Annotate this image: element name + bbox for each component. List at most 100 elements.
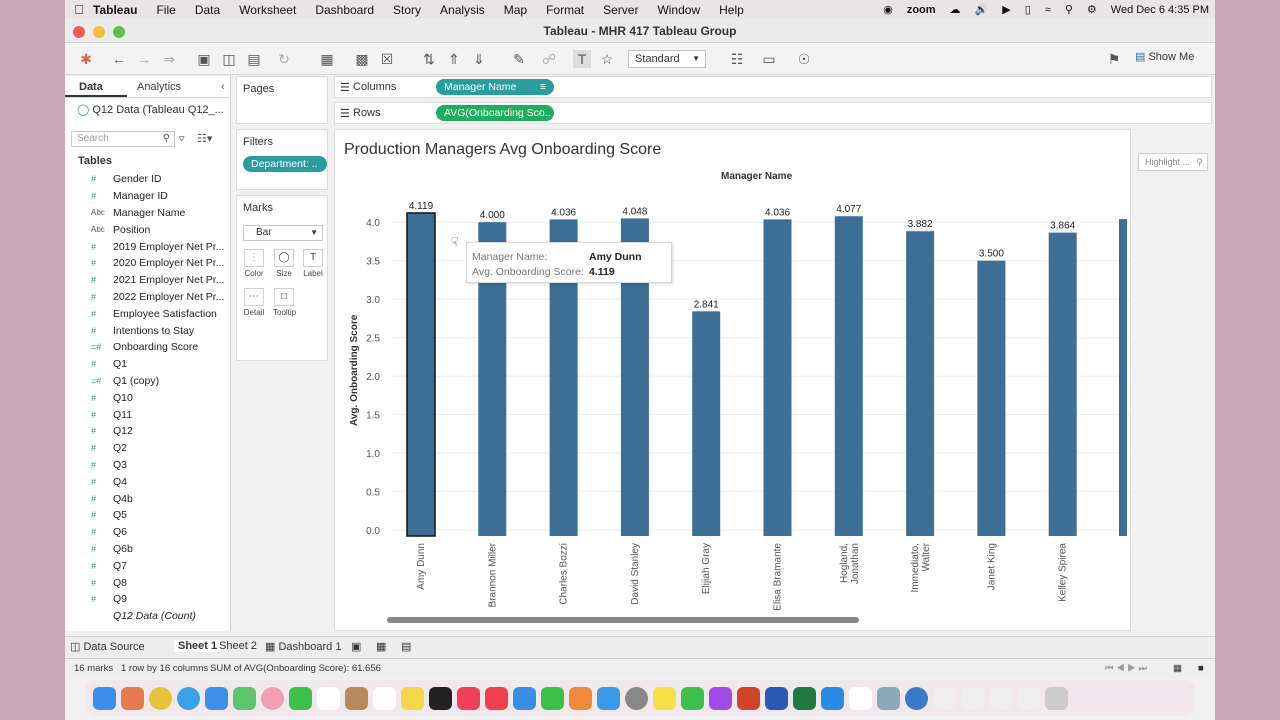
filter-fields-icon[interactable]: ▿ — [179, 132, 185, 145]
bar[interactable] — [1048, 232, 1077, 536]
field-item[interactable]: #2020 Employer Net Pr... — [91, 255, 231, 272]
word-icon[interactable] — [765, 686, 788, 710]
zoom-button[interactable] — [113, 26, 125, 38]
new-datasource-icon[interactable]: ◫ — [220, 50, 238, 68]
minimize-button[interactable] — [93, 26, 105, 38]
show-me-button[interactable]: ▤ Show Me — [1135, 50, 1194, 63]
bar[interactable] — [406, 212, 436, 537]
sort-asc-icon[interactable]: ⇑ — [445, 50, 463, 68]
window-thumb-icon[interactable] — [1017, 686, 1040, 710]
field-item[interactable]: # Q10 — [91, 389, 231, 406]
labels-icon[interactable]: T — [573, 50, 591, 68]
reminders-icon[interactable] — [373, 686, 396, 710]
new-story-tab-icon[interactable]: ▤ — [401, 640, 411, 653]
rows-shelf[interactable]: ☰ Rows AVG(Onboarding Sco.. — [334, 102, 1212, 124]
field-item[interactable]: # Q4 — [91, 473, 231, 490]
calendar-icon[interactable] — [317, 686, 340, 710]
field-item[interactable]: # Q7 — [91, 557, 231, 574]
tab-data[interactable]: Data — [65, 76, 127, 97]
play-icon[interactable]: ▶ — [1002, 3, 1010, 16]
field-item[interactable]: # Q8 — [91, 574, 231, 591]
safari-icon[interactable] — [177, 686, 200, 710]
field-item[interactable]: #2019 Employer Net Pr... — [91, 238, 231, 255]
field-item[interactable]: Abc Position — [91, 221, 231, 238]
forward-icon[interactable]: → — [135, 50, 153, 68]
field-item[interactable]: # Q9 — [91, 591, 231, 608]
mark-type-dropdown[interactable]: Bar ▼ — [243, 225, 323, 241]
messages-icon[interactable] — [681, 686, 704, 710]
tab-data-source[interactable]: ◫ Data Source — [70, 640, 145, 653]
tooltip-button[interactable]: □ Tooltip — [273, 288, 296, 320]
window-thumb-icon[interactable] — [933, 686, 956, 710]
menu-tableau[interactable]: Tableau — [93, 3, 137, 17]
stop-icon[interactable]: ■ — [1198, 663, 1204, 674]
powerpoint-icon[interactable] — [737, 686, 760, 710]
numbers-icon[interactable] — [541, 686, 564, 710]
launchpad-icon[interactable] — [121, 686, 144, 710]
pin-icon[interactable]: ☆ — [598, 50, 616, 68]
close-button[interactable] — [73, 26, 85, 38]
music-icon[interactable] — [457, 686, 480, 710]
fit-dropdown[interactable]: Standard ▼ — [628, 50, 706, 68]
zoom-icon[interactable] — [821, 686, 844, 710]
excel-icon[interactable] — [793, 686, 816, 710]
share-icon[interactable]: ☉ — [795, 50, 813, 68]
search-icon[interactable]: ⚲ — [1065, 3, 1073, 16]
swap-icon[interactable]: ⇅ — [420, 50, 438, 68]
podcasts-icon[interactable] — [709, 686, 732, 710]
maps-icon[interactable] — [233, 686, 256, 710]
columns-pill-manager-name[interactable]: Manager Name ≡ — [436, 79, 554, 95]
field-item[interactable]: # Q2 — [91, 440, 231, 457]
settings-icon[interactable] — [625, 686, 648, 710]
duplicate-icon[interactable]: ▩ — [353, 50, 371, 68]
save-icon[interactable]: ▣ — [195, 50, 213, 68]
field-item[interactable]: # Q4b — [91, 490, 231, 507]
notes-icon[interactable] — [401, 686, 424, 710]
detail-button[interactable]: ⋯ Detail — [243, 288, 265, 320]
tab-sheet-1[interactable]: Sheet 1 — [174, 640, 222, 652]
control-center-icon[interactable]: ⚙ — [1087, 3, 1097, 16]
preview-icon[interactable] — [877, 686, 900, 710]
bar[interactable] — [692, 311, 721, 536]
field-item[interactable]: =# Q1 (copy) — [91, 373, 231, 390]
menu-file[interactable]: File — [156, 3, 175, 17]
menu-help[interactable]: Help — [719, 3, 744, 17]
menu-worksheet[interactable]: Worksheet — [239, 3, 296, 17]
field-item[interactable]: # Q5 — [91, 507, 231, 524]
new-dashboard-tab-icon[interactable]: ▦ — [376, 640, 386, 653]
record-icon[interactable]: ◉ — [883, 3, 893, 16]
label-button[interactable]: T Label — [302, 249, 324, 281]
bar[interactable] — [977, 260, 1006, 536]
horizontal-scrollbar[interactable] — [387, 617, 859, 623]
menu-data[interactable]: Data — [195, 3, 220, 17]
field-item[interactable]: # Employee Satisfaction — [91, 305, 231, 322]
tableau-icon[interactable] — [849, 686, 872, 710]
contacts-icon[interactable] — [345, 686, 368, 710]
field-item[interactable]: # Intentions to Stay — [91, 322, 231, 339]
tab-dashboard-1[interactable]: ▦ Dashboard 1 — [265, 640, 341, 653]
view-options-icon[interactable]: ☷▾ — [197, 132, 212, 145]
bar[interactable] — [763, 219, 792, 536]
size-button[interactable]: ◯ Size — [273, 249, 295, 281]
app-store-icon[interactable] — [597, 686, 620, 710]
chrome-icon[interactable] — [149, 686, 172, 710]
battery-icon[interactable]: ▯ — [1025, 3, 1031, 16]
show-cards-icon[interactable]: ☷ — [728, 50, 746, 68]
field-item[interactable]: # Gender ID — [91, 171, 231, 188]
photos-icon[interactable] — [261, 686, 284, 710]
field-item[interactable]: Abc Manager Name — [91, 205, 231, 222]
tableau-logo-icon[interactable]: ✱ — [77, 50, 95, 68]
mail-icon[interactable] — [205, 686, 228, 710]
grid-view-icon[interactable]: ▦ — [1173, 663, 1182, 674]
rows-pill-avg-onboarding[interactable]: AVG(Onboarding Sco.. — [436, 105, 554, 121]
columns-shelf[interactable]: ☰ Columns Manager Name ≡ — [334, 76, 1212, 98]
field-item[interactable]: # Q6 — [91, 524, 231, 541]
new-worksheet-icon[interactable]: ▦ — [318, 50, 336, 68]
field-item[interactable]: =# Onboarding Score — [91, 339, 231, 356]
finder-icon[interactable] — [93, 686, 116, 710]
tv-icon[interactable] — [429, 686, 452, 710]
wifi-icon[interactable]: ≈ — [1045, 4, 1051, 16]
menu-analysis[interactable]: Analysis — [440, 3, 485, 17]
menu-server[interactable]: Server — [603, 3, 638, 17]
menu-map[interactable]: Map — [504, 3, 527, 17]
